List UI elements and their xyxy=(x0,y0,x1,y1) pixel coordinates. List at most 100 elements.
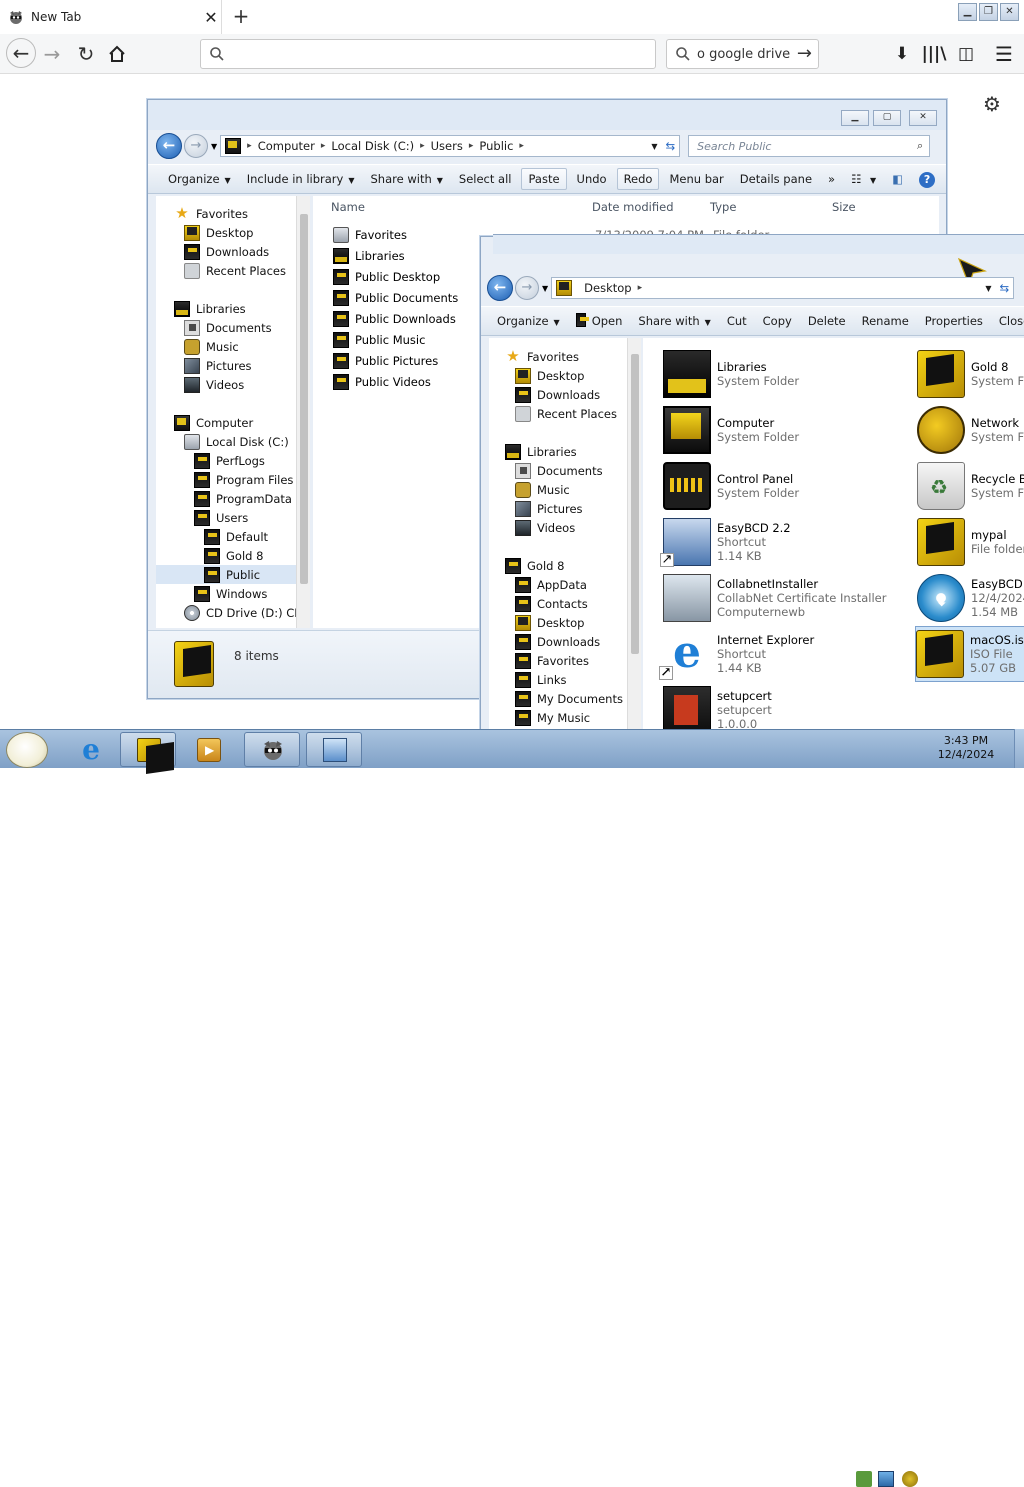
taskbar-remote-desktop[interactable] xyxy=(306,732,362,767)
cut-button[interactable]: Cut xyxy=(719,309,755,333)
include-in-library-button[interactable]: Include in library ▼ xyxy=(239,167,363,191)
close-icon[interactable]: ✕ xyxy=(909,110,937,126)
search-go-arrow-icon[interactable]: → xyxy=(797,43,812,64)
rename-button[interactable]: Rename xyxy=(854,309,917,333)
minimize-icon[interactable]: ▁ xyxy=(841,110,869,126)
history-dropdown-icon[interactable]: ▼ xyxy=(211,142,217,151)
tile-setupcert[interactable]: setupcert setupcert 1.0.0.0 xyxy=(663,682,908,730)
back-button[interactable]: ← xyxy=(156,133,182,159)
refresh-icon[interactable]: ⇆ xyxy=(1000,281,1010,295)
undo-button[interactable]: Undo xyxy=(569,167,615,191)
window-titlebar[interactable] xyxy=(493,234,1024,254)
nav-libraries[interactable]: Libraries xyxy=(156,299,308,318)
breadcrumb-desktop[interactable]: Desktop xyxy=(578,281,637,295)
more-commands-button[interactable]: » xyxy=(820,167,843,191)
back-arrow-icon[interactable]: ← xyxy=(6,38,36,68)
nav-item-perflogs[interactable]: PerfLogs xyxy=(156,451,308,470)
nav-item-pictures[interactable]: Pictures xyxy=(489,499,629,518)
nav-item-videos[interactable]: Videos xyxy=(156,375,308,394)
tile-mypal[interactable]: mypal File folder xyxy=(917,514,1024,570)
column-size[interactable]: Size xyxy=(832,200,912,214)
paste-button[interactable]: Paste xyxy=(521,168,567,190)
tile-easybcd-shortcut[interactable]: ↗ EasyBCD 2.2 Shortcut 1.14 KB xyxy=(660,514,908,570)
share-with-button[interactable]: Share with ▼ xyxy=(630,309,718,333)
maximize-icon[interactable]: ▢ xyxy=(873,110,901,126)
back-button[interactable]: ← xyxy=(487,275,513,301)
tile-network[interactable]: NetworkSystem Fol xyxy=(917,402,1024,458)
show-desktop-button[interactable] xyxy=(1014,729,1024,768)
nav-scrollbar[interactable] xyxy=(296,196,310,628)
network-tray-icon[interactable] xyxy=(878,1471,894,1487)
copy-button[interactable]: Copy xyxy=(755,309,800,333)
share-with-button[interactable]: Share with ▼ xyxy=(363,167,451,191)
search-box[interactable]: Search Public ⌕ xyxy=(688,135,931,157)
nav-item-public[interactable]: Public xyxy=(156,565,308,584)
nav-item-downloads[interactable]: Downloads xyxy=(489,385,629,404)
forward-button[interactable]: → xyxy=(515,276,539,300)
column-date-modified[interactable]: Date modified xyxy=(592,200,710,214)
new-tab-button[interactable]: + xyxy=(230,5,252,27)
window-titlebar[interactable]: ▁ ▢ ✕ xyxy=(148,100,946,130)
nav-item-programdata[interactable]: ProgramData xyxy=(156,489,308,508)
tile-recycle-bin[interactable]: Recycle BinSystem Fol xyxy=(917,458,1024,514)
menu-bar-button[interactable]: Menu bar xyxy=(661,167,731,191)
nav-item-desktop-user[interactable]: Desktop xyxy=(489,613,629,632)
nav-computer[interactable]: Computer xyxy=(156,413,308,432)
tile-libraries[interactable]: Libraries System Folder xyxy=(663,346,908,402)
nav-item-videos[interactable]: Videos xyxy=(489,518,629,537)
nav-item-my-music[interactable]: My Music xyxy=(489,708,629,727)
address-dropdown-icon[interactable]: ▼ xyxy=(651,142,657,151)
reload-icon[interactable]: ↻ xyxy=(72,40,100,68)
downloads-icon[interactable]: ⬇ xyxy=(888,40,916,68)
forward-arrow-icon[interactable]: → xyxy=(38,40,66,68)
tile-easybcd-installer[interactable]: EasyBCD 212/4/2024 11.54 MB xyxy=(917,570,1024,626)
taskbar-firefox[interactable] xyxy=(244,732,300,767)
hamburger-menu-icon[interactable]: ☰ xyxy=(990,40,1018,68)
nav-item-default[interactable]: Default xyxy=(156,527,308,546)
redo-button[interactable]: Redo xyxy=(616,168,660,190)
library-icon[interactable]: |||\ xyxy=(920,40,948,68)
nav-item-program-files[interactable]: Program Files xyxy=(156,470,308,489)
delete-button[interactable]: Delete xyxy=(800,309,854,333)
breadcrumb-local-disk[interactable]: Local Disk (C:) xyxy=(325,139,420,153)
taskbar-internet-explorer[interactable]: e xyxy=(62,732,118,767)
nav-scroll-thumb[interactable] xyxy=(631,354,639,654)
close-icon[interactable]: ✕ xyxy=(1000,3,1019,21)
browser-tab[interactable]: New Tab ✕ xyxy=(0,0,222,34)
action-center-icon[interactable] xyxy=(856,1471,872,1487)
close-button[interactable]: Close xyxy=(991,309,1024,333)
refresh-icon[interactable]: ⇆ xyxy=(666,139,676,153)
details-pane-button[interactable]: Details pane xyxy=(732,167,820,191)
nav-item-links[interactable]: Links xyxy=(489,670,629,689)
nav-user-gold8[interactable]: Gold 8 xyxy=(489,556,629,575)
nav-item-documents[interactable]: Documents xyxy=(489,461,629,480)
nav-item-documents[interactable]: Documents xyxy=(156,318,308,337)
nav-item-music[interactable]: Music xyxy=(156,337,308,356)
nav-favorites[interactable]: ★ Favorites xyxy=(156,204,308,223)
minimize-icon[interactable]: ▁ xyxy=(958,3,977,21)
column-name[interactable]: Name xyxy=(331,200,592,214)
nav-scrollbar[interactable] xyxy=(627,338,641,730)
gear-icon[interactable]: ⚙ xyxy=(983,92,1001,116)
system-clock[interactable]: 3:43 PM 12/4/2024 xyxy=(936,734,996,762)
tile-macos-iso[interactable]: macOS.isoISO File5.07 GB xyxy=(915,626,1024,682)
nav-libraries[interactable]: Libraries xyxy=(489,442,629,461)
nav-item-appdata[interactable]: AppData xyxy=(489,575,629,594)
history-dropdown-icon[interactable]: ▼ xyxy=(542,284,548,293)
nav-item-recent-places[interactable]: Recent Places xyxy=(489,404,629,423)
view-options-icon[interactable]: ☷ ▼ xyxy=(843,167,884,191)
tile-control-panel[interactable]: Control Panel System Folder xyxy=(663,458,908,514)
nav-item-cd-drive[interactable]: CD Drive (D:) CDR xyxy=(156,603,308,622)
search-input-text[interactable]: o google drive xyxy=(697,47,790,62)
search-bar[interactable]: o google drive → xyxy=(666,39,819,69)
volume-tray-icon[interactable] xyxy=(902,1471,918,1487)
tile-internet-explorer[interactable]: e ↗ Internet Explorer Shortcut 1.44 KB xyxy=(659,626,908,682)
nav-item-my-documents[interactable]: My Documents xyxy=(489,689,629,708)
search-icon[interactable]: ⌕ xyxy=(917,139,923,153)
address-bar[interactable]: Desktop ▸ ▼ ⇆ xyxy=(551,277,1015,299)
preview-pane-icon[interactable]: ◧ xyxy=(884,167,911,191)
forward-button[interactable]: → xyxy=(184,134,208,158)
organize-button[interactable]: Organize ▼ xyxy=(160,167,239,191)
nav-item-desktop[interactable]: Desktop xyxy=(156,223,308,242)
nav-item-local-disk[interactable]: Local Disk (C:) xyxy=(156,432,308,451)
